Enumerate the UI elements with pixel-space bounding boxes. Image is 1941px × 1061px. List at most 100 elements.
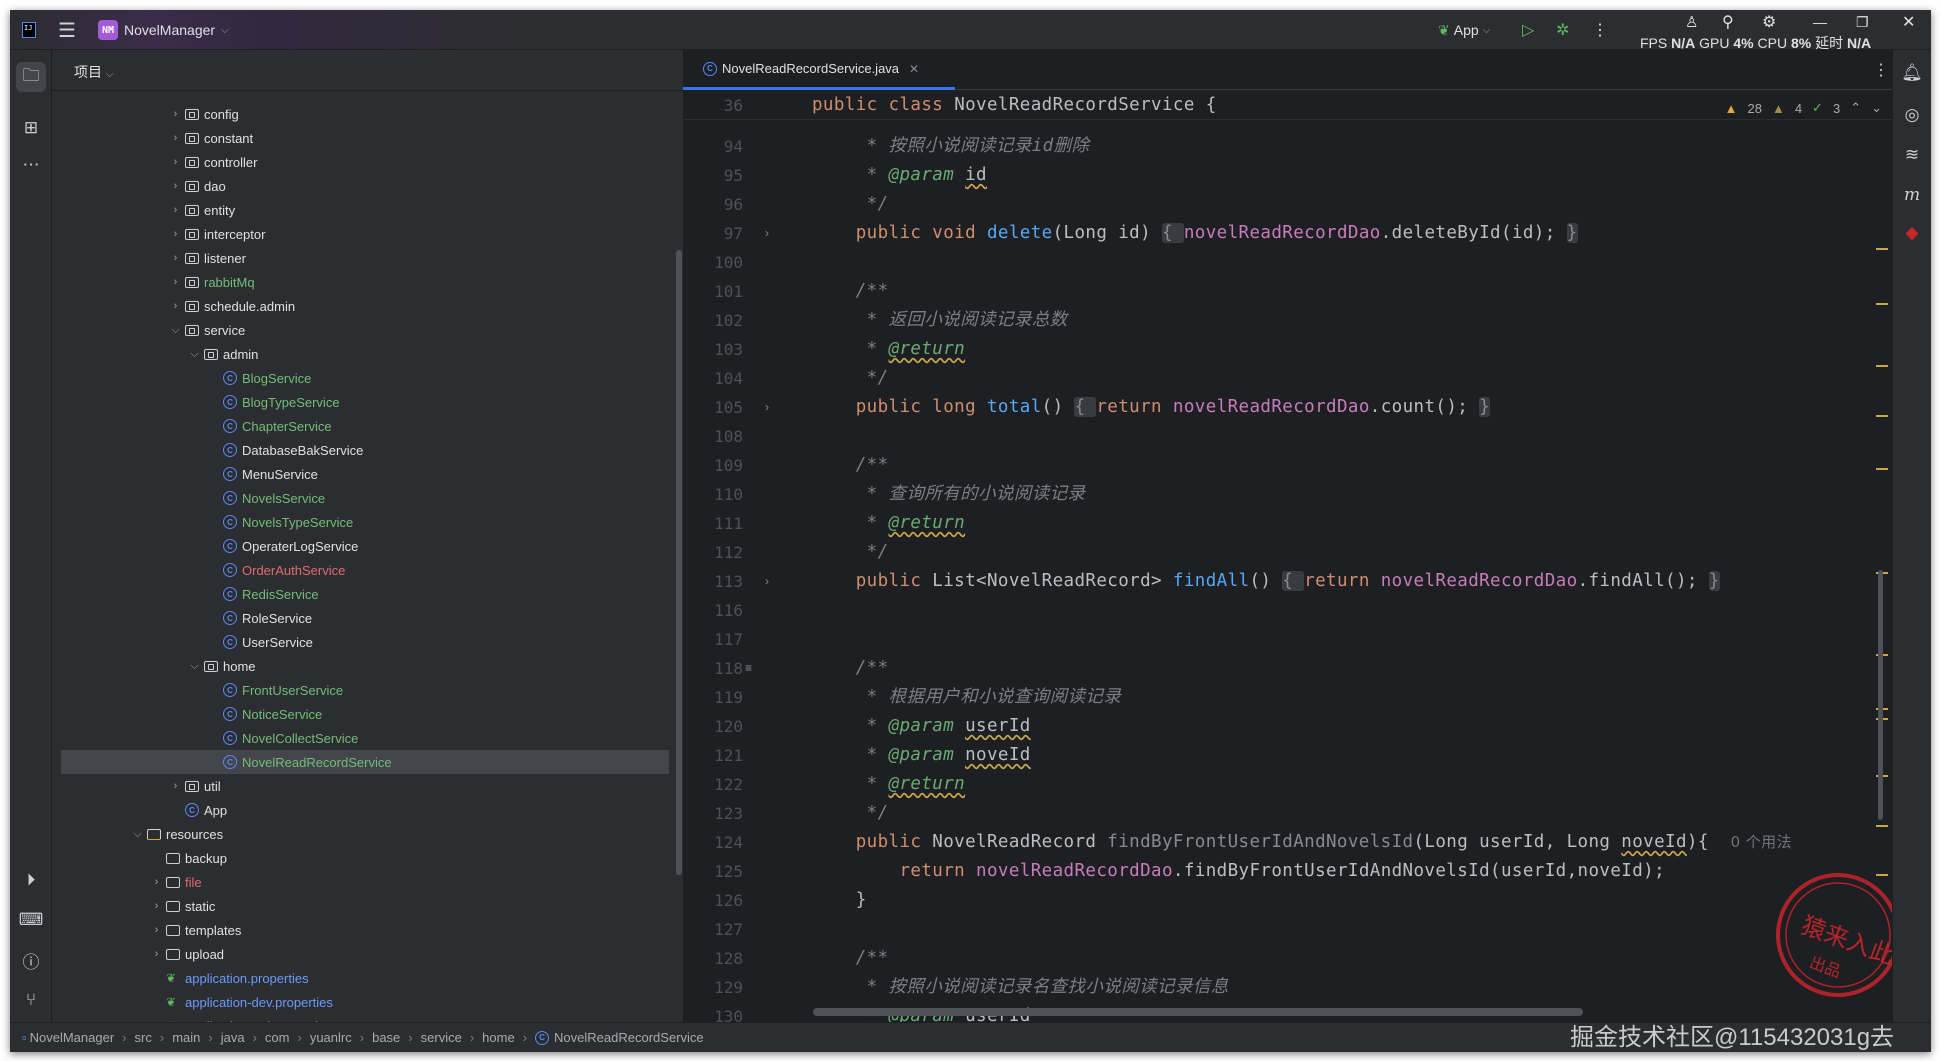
tree-item-chapterservice[interactable]: C ChapterService bbox=[52, 414, 683, 438]
warning-stripe-mark[interactable] bbox=[1876, 824, 1888, 827]
tree-item-schedule-admin[interactable]: › schedule.admin bbox=[52, 294, 683, 318]
plugin-icon[interactable]: ◆ bbox=[1897, 218, 1927, 248]
next-highlight-icon[interactable]: ⌄ bbox=[1871, 100, 1882, 116]
close-icon[interactable]: ✕ bbox=[1902, 2, 1915, 42]
main-menu-icon[interactable]: ☰ bbox=[58, 10, 76, 50]
prev-highlight-icon[interactable]: ⌃ bbox=[1850, 100, 1861, 116]
tree-item-config[interactable]: › config bbox=[52, 102, 683, 126]
problems-icon[interactable]: ⓘ bbox=[16, 945, 46, 975]
tree-item-novelstypeservice[interactable]: C NovelsTypeService bbox=[52, 510, 683, 534]
tree-item-noticeservice[interactable]: C NoticeService bbox=[52, 702, 683, 726]
tree-item-upload[interactable]: › upload bbox=[52, 942, 683, 966]
breadcrumb-item[interactable]: com bbox=[265, 1030, 290, 1045]
tree-item-menuservice[interactable]: C MenuService bbox=[52, 462, 683, 486]
project-folder-icon[interactable]: 🗀 bbox=[16, 62, 46, 92]
tree-item-entity[interactable]: › entity bbox=[52, 198, 683, 222]
tree-item-backup[interactable]: backup bbox=[52, 846, 683, 870]
tree-item-listener[interactable]: › listener bbox=[52, 246, 683, 270]
render-doc-icon[interactable]: ≡ bbox=[745, 654, 752, 683]
git-icon[interactable]: ⑂ bbox=[16, 985, 46, 1015]
tree-item-novelsservice[interactable]: C NovelsService bbox=[52, 486, 683, 510]
tree-item-home[interactable]: ⌵ home bbox=[52, 654, 683, 678]
warning-stripe-mark[interactable] bbox=[1876, 414, 1888, 417]
tree-item-blogservice[interactable]: C BlogService bbox=[52, 366, 683, 390]
database-icon[interactable]: ≋ bbox=[1897, 140, 1927, 170]
tree-scrollbar[interactable] bbox=[676, 250, 682, 875]
chevron-right-icon[interactable]: › bbox=[166, 228, 185, 240]
tab-novel-read-record-service[interactable]: C NovelReadRecordService.java ✕ bbox=[683, 50, 955, 90]
run-icon[interactable]: ▷ bbox=[1522, 10, 1534, 50]
chevron-down-icon[interactable]: ⌵ bbox=[128, 828, 147, 841]
tree-item-resources[interactable]: ⌵ resources bbox=[52, 822, 683, 846]
editor-vertical-scrollbar[interactable] bbox=[1878, 570, 1883, 820]
breadcrumb-item[interactable]: main bbox=[172, 1030, 200, 1045]
tree-item-dao[interactable]: › dao bbox=[52, 174, 683, 198]
project-switcher[interactable]: NM NovelManager ⌵ bbox=[98, 10, 229, 50]
chevron-right-icon[interactable]: › bbox=[166, 276, 185, 288]
chevron-right-icon[interactable]: › bbox=[147, 948, 166, 960]
breadcrumb-item[interactable]: yuanlrc bbox=[310, 1030, 352, 1045]
breadcrumb-item[interactable]: home bbox=[482, 1030, 515, 1045]
tree-item-blogtypeservice[interactable]: C BlogTypeService bbox=[52, 390, 683, 414]
tab-options-icon[interactable]: ⋮ bbox=[1873, 60, 1889, 80]
tree-item-templates[interactable]: › templates bbox=[52, 918, 683, 942]
warning-stripe-mark[interactable] bbox=[1876, 303, 1888, 306]
fold-chevron-icon[interactable]: › bbox=[765, 567, 769, 596]
breadcrumb-item[interactable]: src bbox=[135, 1030, 152, 1045]
tree-item-frontuserservice[interactable]: C FrontUserService bbox=[52, 678, 683, 702]
tree-item-userservice[interactable]: C UserService bbox=[52, 630, 683, 654]
more-tools-icon[interactable]: ⋯ bbox=[16, 150, 46, 180]
breadcrumb-item[interactable]: service bbox=[421, 1030, 462, 1045]
warning-stripe-mark[interactable] bbox=[1876, 467, 1888, 470]
tree-item-util[interactable]: › util bbox=[52, 774, 683, 798]
terminal-icon[interactable]: ⌨ bbox=[16, 905, 46, 935]
chevron-right-icon[interactable]: › bbox=[166, 132, 185, 144]
chevron-down-icon[interactable]: ⌵ bbox=[185, 660, 204, 673]
tree-item-rabbitmq[interactable]: › rabbitMq bbox=[52, 270, 683, 294]
tree-item-roleservice[interactable]: C RoleService bbox=[52, 606, 683, 630]
chevron-right-icon[interactable]: › bbox=[147, 900, 166, 912]
breadcrumb-item[interactable]: NovelReadRecordService bbox=[554, 1030, 704, 1045]
tree-item-admin[interactable]: ⌵ admin bbox=[52, 342, 683, 366]
ai-assistant-icon[interactable]: ◎ bbox=[1897, 100, 1927, 130]
tree-item-databasebakservice[interactable]: C DatabaseBakService bbox=[52, 438, 683, 462]
warning-stripe-mark[interactable] bbox=[1876, 365, 1888, 368]
breadcrumb-item[interactable]: NovelManager bbox=[30, 1030, 115, 1045]
chevron-right-icon[interactable]: › bbox=[166, 204, 185, 216]
chevron-right-icon[interactable]: › bbox=[147, 924, 166, 936]
more-icon[interactable]: ⋮ bbox=[1592, 10, 1608, 50]
tree-item-interceptor[interactable]: › interceptor bbox=[52, 222, 683, 246]
editor-horizontal-scrollbar[interactable] bbox=[813, 1008, 1583, 1016]
chevron-right-icon[interactable]: › bbox=[166, 156, 185, 168]
tree-item-operaterlogservice[interactable]: C OperaterLogService bbox=[52, 534, 683, 558]
structure-icon[interactable]: ⊞ bbox=[16, 113, 46, 143]
warning-stripe-mark[interactable] bbox=[1876, 247, 1888, 250]
fold-chevron-icon[interactable]: › bbox=[765, 219, 769, 248]
maven-icon[interactable]: m bbox=[1897, 180, 1927, 210]
breadcrumb-item[interactable]: java bbox=[221, 1030, 245, 1045]
chevron-right-icon[interactable]: › bbox=[166, 180, 185, 192]
breadcrumb-item[interactable]: base bbox=[372, 1030, 400, 1045]
close-tab-icon[interactable]: ✕ bbox=[909, 62, 919, 76]
tree-item-static[interactable]: › static bbox=[52, 894, 683, 918]
tree-item-file[interactable]: › file bbox=[52, 870, 683, 894]
chevron-down-icon[interactable]: ⌵ bbox=[185, 348, 204, 361]
run-config-selector[interactable]: ❦ App ⌵ bbox=[1438, 10, 1490, 50]
tree-item-novelreadrecordservice[interactable]: C NovelReadRecordService bbox=[61, 750, 669, 774]
chevron-down-icon[interactable]: ⌵ bbox=[166, 324, 185, 337]
chevron-right-icon[interactable]: › bbox=[147, 876, 166, 888]
chevron-right-icon[interactable]: › bbox=[166, 780, 185, 792]
fold-chevron-icon[interactable]: › bbox=[765, 393, 769, 422]
tree-item-constant[interactable]: › constant bbox=[52, 126, 683, 150]
tree-item-orderauthservice[interactable]: C OrderAuthService bbox=[52, 558, 683, 582]
inspection-widget[interactable]: ▲ 28 ▲ 4 ✓ 3 ⌃ ⌄ bbox=[1725, 100, 1882, 116]
project-panel-header[interactable]: 项目 ⌵ bbox=[74, 62, 113, 82]
chevron-right-icon[interactable]: › bbox=[166, 252, 185, 264]
debug-icon[interactable]: ✲ bbox=[1556, 10, 1569, 50]
tree-item-novelcollectservice[interactable]: C NovelCollectService bbox=[52, 726, 683, 750]
tree-item-application-dev-properties[interactable]: ❦ application-dev.properties bbox=[52, 990, 683, 1014]
tree-item-redisservice[interactable]: C RedisService bbox=[52, 582, 683, 606]
services-run-icon[interactable]: ⏵ bbox=[16, 865, 46, 895]
notifications-bell-icon[interactable]: 🔔︎ bbox=[1897, 58, 1927, 88]
tree-item-service[interactable]: ⌵ service bbox=[52, 318, 683, 342]
